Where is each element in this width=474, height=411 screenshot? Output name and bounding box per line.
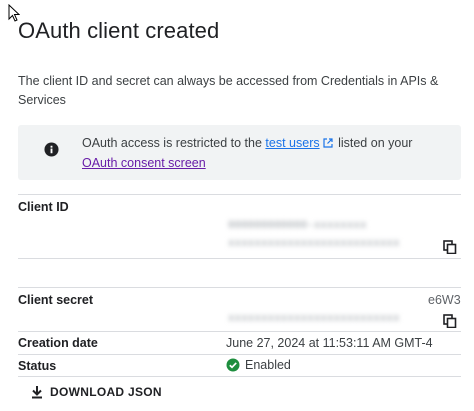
divider — [18, 331, 461, 332]
copy-icon[interactable] — [443, 314, 457, 328]
dialog-title: OAuth client created — [18, 18, 220, 43]
download-json-label: DOWNLOAD JSON — [50, 385, 162, 399]
external-link-icon — [323, 138, 333, 148]
oauth-consent-screen-link[interactable]: OAuth consent screen — [82, 156, 206, 170]
info-icon — [44, 142, 59, 157]
client-id-label: Client ID — [18, 200, 69, 214]
test-users-notice: OAuth access is restricted to the test u… — [18, 125, 461, 180]
divider — [18, 194, 461, 195]
download-json-button[interactable]: DOWNLOAD JSON — [30, 385, 162, 399]
notice-text: OAuth access is restricted to the test u… — [82, 133, 442, 173]
check-circle-icon — [226, 358, 240, 372]
client-id-value-redacted-line2: xxxxxxxxxxxxxxxxxxxxxxxxxx — [228, 238, 400, 250]
status-label: Status — [18, 359, 57, 373]
status-text: Enabled — [245, 358, 291, 372]
divider — [18, 376, 461, 377]
divider — [18, 354, 461, 355]
status-value: Enabled — [226, 358, 291, 372]
creation-date-label: Creation date — [18, 336, 98, 350]
divider — [18, 258, 461, 259]
test-users-link[interactable]: test users — [265, 136, 334, 150]
download-icon — [32, 386, 42, 399]
client-secret-label: Client secret — [18, 293, 94, 307]
divider — [18, 287, 461, 288]
client-secret-value-redacted: xxxxxxxxxxxxxxxxxxxxxxxxxx — [228, 313, 400, 325]
notice-text-before: OAuth access is restricted to the — [82, 136, 266, 150]
dialog-description: The client ID and secret can always be a… — [18, 74, 439, 107]
notice-text-after: listed on your — [334, 136, 413, 150]
copy-icon[interactable] — [443, 240, 457, 254]
creation-date-value: June 27, 2024 at 11:53:11 AM GMT-4 — [226, 336, 433, 350]
client-secret-visible-suffix: e6W3 — [428, 293, 461, 307]
client-id-value-redacted: 000000000000-xxxxxxxx — [228, 220, 367, 232]
